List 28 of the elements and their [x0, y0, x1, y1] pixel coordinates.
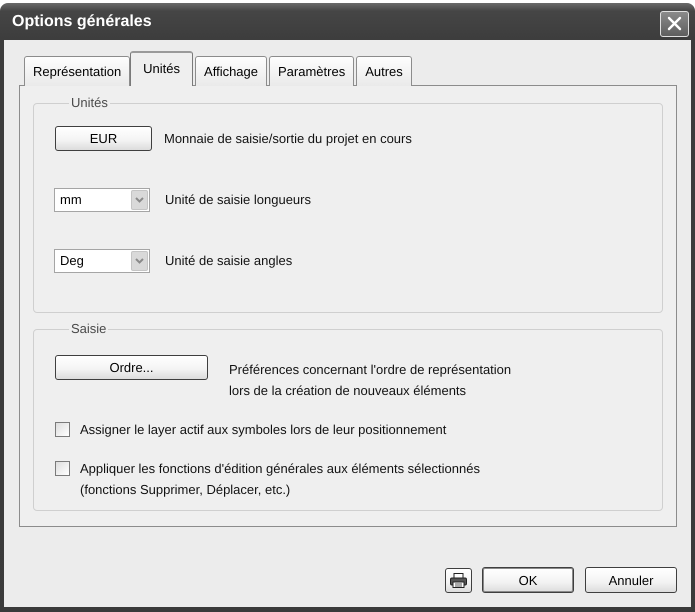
tab[interactable]: Autres	[356, 56, 412, 86]
close-button[interactable]	[660, 10, 689, 36]
option-button[interactable]: Ordre...	[55, 355, 208, 380]
chevron-down-icon	[131, 250, 148, 270]
option-button[interactable]: EUR	[55, 126, 152, 151]
group-title: Unités	[70, 96, 109, 110]
option-description: Unité de saisie angles	[165, 253, 292, 268]
checkbox[interactable]	[55, 422, 70, 437]
unit-dropdown[interactable]: Deg	[54, 248, 150, 272]
checkbox-label: Appliquer les fonctions d'édition générales aux éléments sélectionnés (fonctions Supprimer, Déplacer, etc.)	[80, 460, 480, 499]
dialog-button[interactable]: OK	[482, 567, 574, 593]
dialog-button[interactable]: Annuler	[585, 567, 677, 593]
option-description: Monnaie de saisie/sortie du projet en cours	[164, 131, 412, 146]
unit-dropdown[interactable]: mm	[54, 188, 150, 212]
tab[interactable]: Affichage	[195, 56, 267, 86]
printer-icon	[450, 573, 467, 588]
checkbox-label: Assigner le layer actif aux symboles lors de leur positionnement	[80, 421, 446, 439]
print-button[interactable]	[445, 568, 472, 593]
chevron-down-icon	[131, 190, 148, 210]
checkbox[interactable]	[55, 461, 70, 476]
tab[interactable]: Représentation	[24, 56, 130, 86]
close-icon	[667, 16, 682, 31]
tab[interactable]: Paramètres	[269, 56, 354, 86]
tab[interactable]: Unités	[130, 51, 194, 86]
option-description: Unité de saisie longueurs	[165, 192, 311, 207]
group-title: Saisie	[70, 322, 108, 336]
window-title: Options générales	[12, 12, 152, 30]
option-description: Préférences concernant l'ordre de représentation lors de la création de nouveaux éléments	[229, 361, 512, 400]
